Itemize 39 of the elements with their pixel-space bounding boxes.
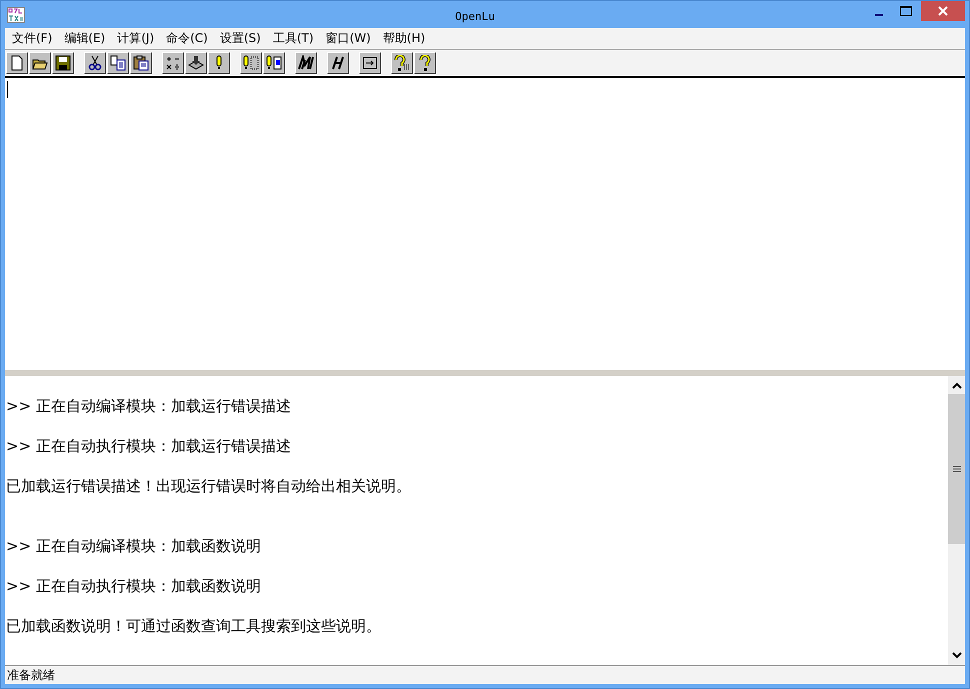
question-icon[interactable] [414, 52, 436, 74]
menu-item[interactable]: 命令(C) [161, 30, 213, 47]
menu-item[interactable]: 设置(S) [214, 30, 266, 47]
menu-item[interactable]: 窗口(W) [320, 30, 376, 47]
minimize-icon [874, 14, 882, 16]
scroll-thumb[interactable] [948, 394, 965, 544]
status-text: 准备就绪 [6, 666, 55, 684]
menu-item[interactable]: 文件(F) [7, 30, 58, 47]
bulb-frame-icon[interactable] [240, 52, 262, 74]
output-line: >> 正在自动执行模块：加载函数说明 [6, 576, 262, 596]
output-line: >> 正在自动编译模块：加载函数说明 [6, 536, 262, 556]
italic-h-icon[interactable] [327, 52, 349, 74]
close-icon [938, 6, 948, 16]
text-cursor [7, 81, 8, 98]
output-line: >> 正在自动编译模块：加载运行错误描述 [6, 396, 292, 416]
scrollbar[interactable] [948, 376, 965, 665]
menu-item[interactable]: 计算(J) [112, 30, 160, 47]
output-line: 已加载运行错误描述！出现运行错误时将自动给出相关说明。 [6, 476, 412, 496]
grip-icon [952, 465, 960, 473]
bulb-square-icon[interactable] [263, 52, 285, 74]
copy-icon[interactable] [107, 52, 129, 74]
bulb-icon[interactable] [208, 52, 230, 74]
clipboard-icon[interactable] [130, 52, 152, 74]
new-file-icon[interactable] [6, 52, 28, 74]
folder-icon[interactable] [29, 52, 51, 74]
window-title: OpenLu [455, 10, 495, 23]
app-icon [7, 6, 25, 22]
maximize-icon [900, 6, 912, 16]
scissors-icon[interactable] [84, 52, 106, 74]
output-line: >> 正在自动执行模块：加载运行错误描述 [6, 436, 292, 456]
menu-item[interactable]: 帮助(H) [378, 30, 430, 47]
question-grid-icon[interactable] [391, 52, 413, 74]
arithmetic-icon[interactable] [162, 52, 184, 74]
menu-item[interactable]: 工具(T) [268, 30, 319, 47]
close-button[interactable] [921, 1, 965, 21]
italic-m-icon[interactable] [295, 52, 317, 74]
output-line: 已加载函数说明！可通过函数查询工具搜索到这些说明。 [6, 616, 382, 636]
arrow-box-icon[interactable] [359, 52, 381, 74]
menu-item[interactable]: 编辑(E) [59, 30, 110, 47]
